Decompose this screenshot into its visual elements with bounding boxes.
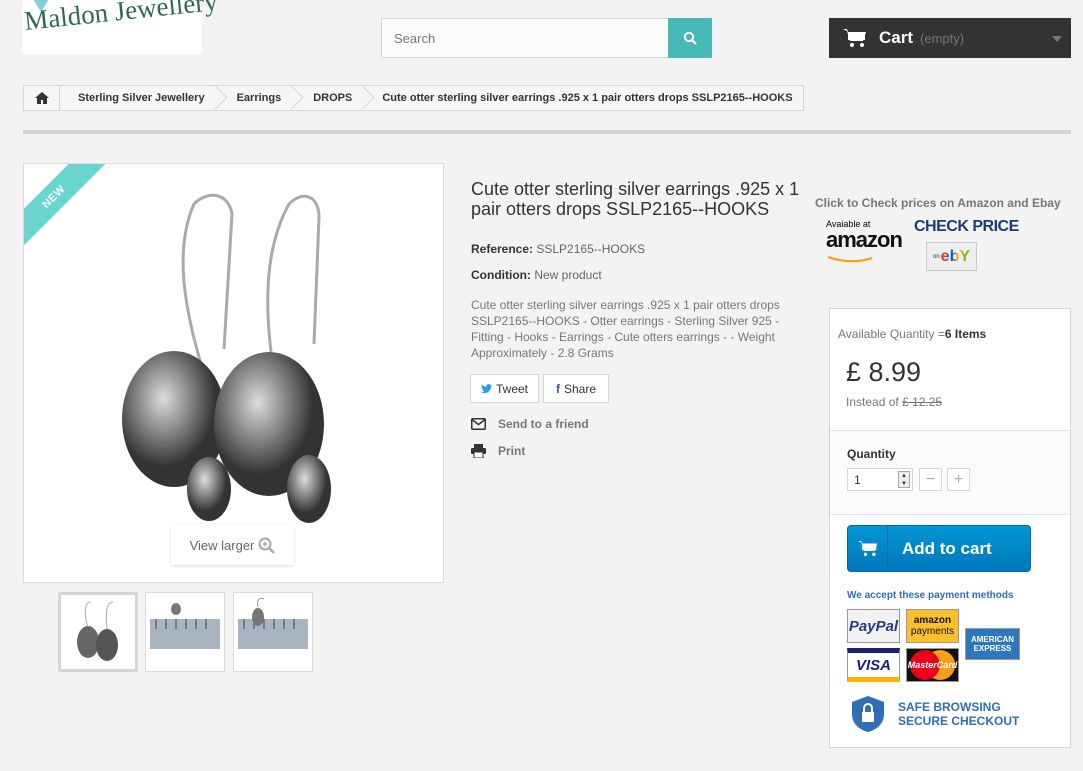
- cart-icon: [843, 29, 866, 47]
- search-icon: [683, 31, 697, 45]
- old-price: £ 12.25: [902, 395, 943, 409]
- reference-value: SSLP2165--HOOKS: [536, 242, 646, 256]
- thumbnail-image: [236, 595, 310, 669]
- add-to-cart-button[interactable]: Add to cart: [847, 525, 1031, 572]
- amazon-payments-word1: amazon: [913, 615, 952, 626]
- available-quantity-label: Available Quantity =: [838, 327, 945, 341]
- mastercard-logo: MasterCard: [906, 648, 959, 682]
- amazon-price-button[interactable]: Avaiable at amazon: [826, 219, 903, 269]
- printer-icon: [471, 444, 486, 458]
- tweet-button[interactable]: Tweet: [470, 374, 539, 403]
- spinner-icon[interactable]: ▲ ▼: [898, 471, 910, 488]
- breadcrumb: Sterling Silver Jewellery Earrings DROPS…: [23, 85, 804, 111]
- send-to-friend-link[interactable]: Send to a friend: [471, 417, 589, 431]
- payment-methods-heading: We accept these payment methods: [847, 590, 1014, 601]
- thumbnail-image: [63, 597, 133, 667]
- cart-icon: [857, 541, 877, 556]
- facebook-icon: f: [555, 381, 560, 396]
- secure-checkout-line: SECURE CHECKOUT: [898, 714, 1020, 728]
- print-link[interactable]: Print: [471, 444, 525, 458]
- product-title: Cute otter sterling silver earrings .925…: [471, 179, 800, 219]
- secure-checkout-text: SAFE BROWSING SECURE CHECKOUT: [898, 700, 1019, 728]
- new-badge: NEW: [24, 164, 113, 256]
- amazon-logo-text: amazon: [826, 227, 903, 252]
- secure-checkout-badge: SAFE BROWSING SECURE CHECKOUT: [848, 693, 1020, 735]
- product-description: Cute otter sterling silver earrings .925…: [471, 298, 780, 360]
- safe-browsing-line: SAFE BROWSING: [898, 700, 1001, 714]
- divider: [23, 130, 1071, 134]
- amex-word1: AMERICAN: [970, 635, 1015, 644]
- cart-icon-box: [848, 526, 888, 571]
- ebay-price-button[interactable]: on ebY: [926, 242, 977, 271]
- add-to-cart-label: Add to cart: [902, 538, 992, 558]
- old-price-line: Instead of £ 12.25: [846, 395, 942, 409]
- breadcrumb-item-sterling-silver[interactable]: Sterling Silver Jewellery: [60, 86, 219, 110]
- view-larger-label: View larger: [189, 537, 255, 553]
- print-label: Print: [498, 444, 526, 458]
- cart-dropdown[interactable]: Cart (empty): [829, 18, 1071, 58]
- available-quantity-value: 6 Items: [944, 327, 987, 341]
- new-ribbon: NEW: [24, 164, 124, 264]
- home-icon: [34, 92, 49, 104]
- thumbnail-image: [148, 595, 222, 669]
- search-button[interactable]: [668, 18, 712, 58]
- amazon-smile-icon: [827, 256, 873, 263]
- plus-icon: +: [953, 470, 964, 488]
- zoom-in-icon: [258, 537, 276, 554]
- shield-icon: [852, 696, 884, 732]
- search-input[interactable]: [381, 18, 669, 58]
- price-check-heading: Click to Check prices on Amazon and Ebay: [815, 196, 1061, 210]
- product-condition: Condition: New product: [471, 268, 602, 282]
- share-label: Share: [563, 381, 597, 396]
- amex-word2: EXPRESS: [973, 644, 1012, 653]
- breadcrumb-item-drops[interactable]: DROPS: [295, 86, 366, 110]
- breadcrumb-item-earrings[interactable]: Earrings: [219, 86, 296, 110]
- share-button[interactable]: f Share: [543, 374, 609, 403]
- instead-of-label: Instead of: [846, 395, 899, 409]
- quantity-decrease-button[interactable]: −: [919, 468, 942, 491]
- tweet-label: Tweet: [495, 381, 528, 396]
- condition-label: Condition:: [471, 268, 531, 282]
- breadcrumb-home[interactable]: [24, 86, 60, 110]
- ebay-logo-text: ebY: [940, 247, 971, 265]
- amazon-payments-logo: amazon payments: [906, 609, 959, 643]
- breadcrumb-label: Earrings: [236, 92, 282, 104]
- check-price-label[interactable]: CHECK PRICE: [914, 218, 1019, 236]
- cart-label: Cart: [879, 28, 914, 47]
- paypal-logo: PayPal: [847, 609, 900, 643]
- quantity-input[interactable]: 1 ▲ ▼: [847, 468, 913, 491]
- product-reference: Reference: SSLP2165--HOOKS: [471, 242, 645, 256]
- quantity-increase-button[interactable]: +: [947, 468, 970, 491]
- breadcrumb-label: Sterling Silver Jewellery: [78, 92, 205, 104]
- breadcrumb-label: DROPS: [313, 92, 353, 104]
- visa-logo: VISA: [847, 648, 900, 682]
- envelope-icon: [471, 418, 486, 430]
- minus-icon: −: [925, 470, 936, 488]
- view-larger-button[interactable]: View larger: [171, 525, 294, 565]
- quantity-label: Quantity: [847, 447, 896, 461]
- earrings-photo: [122, 193, 331, 523]
- chevron-down-icon: [1052, 36, 1062, 42]
- ebay-small-text: on: [932, 253, 940, 260]
- available-quantity: Available Quantity =6 Items: [838, 327, 986, 341]
- logo-text: Maldon Jewellery: [22, 0, 220, 37]
- cart-status: (empty): [920, 30, 965, 46]
- send-to-friend-label: Send to a friend: [498, 417, 589, 431]
- thumbnail-3[interactable]: [233, 592, 313, 672]
- reference-label: Reference:: [471, 242, 534, 256]
- site-logo[interactable]: Maldon Jewellery: [22, 0, 219, 54]
- amazon-payments-word2: payments: [910, 626, 955, 637]
- breadcrumb-current: Cute otter sterling silver earrings .925…: [382, 92, 793, 104]
- condition-value: New product: [534, 268, 602, 282]
- product-price: £ 8.99: [846, 357, 922, 387]
- thumbnail-1[interactable]: [58, 592, 138, 672]
- thumbnail-2[interactable]: [145, 592, 225, 672]
- amex-logo: AMERICAN EXPRESS: [965, 628, 1020, 660]
- quantity-value: 1: [854, 473, 861, 487]
- twitter-icon: [480, 383, 492, 393]
- product-image[interactable]: NEW: [23, 163, 444, 583]
